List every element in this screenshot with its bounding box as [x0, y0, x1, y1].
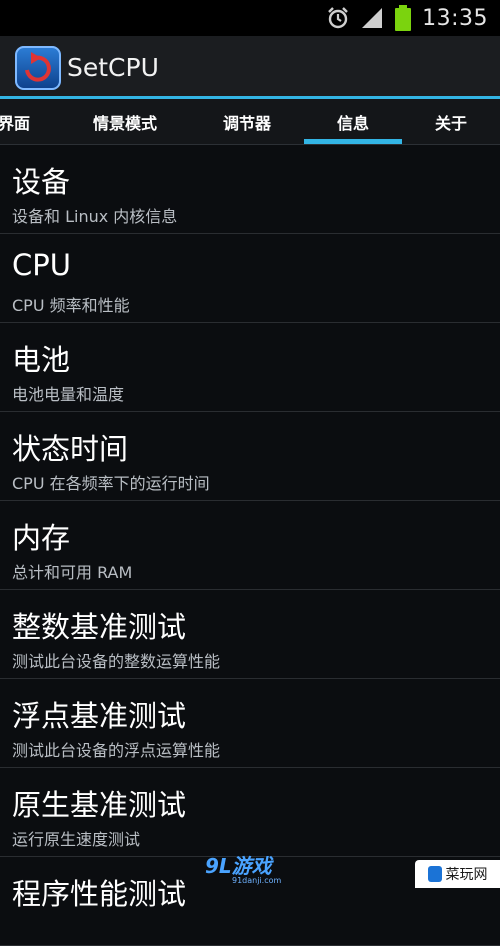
list-item-subtitle: 电池电量和温度 [12, 385, 125, 404]
watermark-url: 91danji.com [232, 876, 282, 885]
action-bar: SetCPU [0, 36, 500, 99]
list-item[interactable]: 状态时间 CPU 在各频率下的运行时间 [0, 412, 500, 501]
list-item-title: 内存 [12, 521, 71, 555]
list-item-subtitle: CPU 频率和性能 [12, 296, 130, 315]
watermark-badge: 菜玩网 [415, 860, 500, 888]
list-item[interactable]: 内存 总计和可用 RAM [0, 501, 500, 590]
list-item[interactable]: 设备 设备和 Linux 内核信息 [0, 145, 500, 234]
signal-icon [362, 8, 383, 28]
list-item-title: 设备 [12, 165, 71, 199]
info-list: 设备 设备和 Linux 内核信息 CPU CPU 频率和性能 电池 电池电量和… [0, 145, 500, 946]
watermark-badge-text: 菜玩网 [445, 867, 488, 883]
list-item-subtitle: 测试此台设备的整数运算性能 [12, 652, 221, 671]
list-item-subtitle: 设备和 Linux 内核信息 [12, 207, 178, 226]
list-item[interactable]: 电池 电池电量和温度 [0, 323, 500, 412]
list-item-title: 原生基准测试 [12, 788, 187, 822]
selected-tab-indicator [304, 139, 402, 144]
list-item[interactable]: 原生基准测试 运行原生速度测试 [0, 768, 500, 857]
shield-icon [427, 866, 442, 882]
status-icons: 13:35 [326, 0, 488, 36]
app-icon[interactable] [15, 46, 61, 90]
tab-about[interactable]: 关于 [414, 99, 488, 145]
list-item-title: 整数基准测试 [12, 610, 187, 644]
status-bar: 13:35 [0, 0, 500, 36]
alarm-icon [328, 7, 348, 29]
tab-bar: 界面 情景模式 调节器 信息 关于 [0, 99, 500, 145]
list-item-subtitle: 总计和可用 RAM [12, 563, 133, 582]
list-item[interactable]: 浮点基准测试 测试此台设备的浮点运算性能 [0, 679, 500, 768]
list-item-title: CPU [12, 248, 71, 282]
list-item-subtitle: 运行原生速度测试 [12, 830, 141, 849]
list-item[interactable]: CPU CPU 频率和性能 [0, 234, 500, 323]
refresh-arrows-icon [25, 52, 51, 82]
list-item-title: 浮点基准测试 [12, 699, 187, 733]
list-item-title: 状态时间 [12, 432, 129, 466]
tab-governor[interactable]: 调节器 [202, 99, 292, 145]
list-item-subtitle: 测试此台设备的浮点运算性能 [12, 741, 221, 760]
list-item-title: 电池 [12, 343, 71, 377]
app-title: SetCPU [67, 53, 159, 82]
status-time: 13:35 [422, 5, 488, 31]
list-item-subtitle: CPU 在各频率下的运行时间 [12, 474, 210, 493]
tab-ui[interactable]: 界面 [0, 99, 46, 145]
tab-profiles[interactable]: 情景模式 [72, 99, 178, 145]
list-item[interactable]: 整数基准测试 测试此台设备的整数运算性能 [0, 590, 500, 679]
list-item-title: 程序性能测试 [12, 877, 187, 911]
battery-icon [395, 5, 412, 31]
